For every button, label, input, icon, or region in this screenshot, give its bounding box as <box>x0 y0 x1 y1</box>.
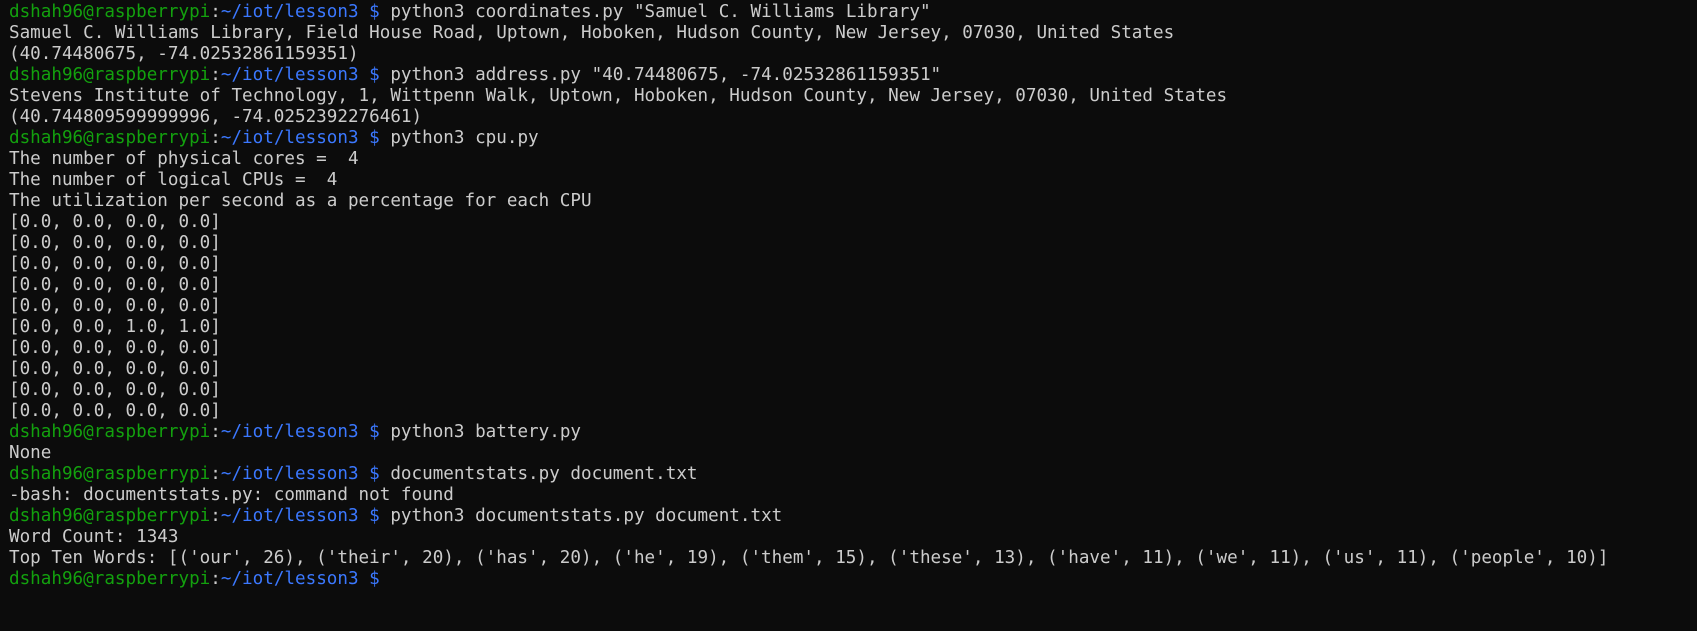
output-line: The number of physical cores = 4 <box>9 149 359 169</box>
prompt-colon: : <box>210 569 221 589</box>
output-line: [0.0, 0.0, 0.0, 0.0] <box>9 296 221 316</box>
prompt-symbol: $ <box>358 506 391 526</box>
prompt-colon: : <box>210 65 221 85</box>
prompt-colon: : <box>210 128 221 148</box>
prompt-colon: : <box>210 506 221 526</box>
output-line: The utilization per second as a percenta… <box>9 191 592 211</box>
prompt-line: dshah96@raspberrypi:~/iot/lesson3 $ pyth… <box>9 422 1697 443</box>
prompt-symbol: $ <box>358 2 391 22</box>
command-text: python3 battery.py <box>390 422 582 442</box>
output-line: None <box>9 443 52 463</box>
command-text: python3 documentstats.py document.txt <box>390 506 783 526</box>
prompt-symbol: $ <box>358 65 391 85</box>
output-line: [0.0, 0.0, 0.0, 0.0] <box>9 275 221 295</box>
prompt-line: dshah96@raspberrypi:~/iot/lesson3 $ pyth… <box>9 65 1697 86</box>
prompt-colon: : <box>210 422 221 442</box>
output-line: [0.0, 0.0, 1.0, 1.0] <box>9 317 221 337</box>
prompt-line: dshah96@raspberrypi:~/iot/lesson3 $ pyth… <box>9 2 1697 23</box>
output-line: Samuel C. Williams Library, Field House … <box>9 23 1175 43</box>
output-line: [0.0, 0.0, 0.0, 0.0] <box>9 338 221 358</box>
prompt-line: dshah96@raspberrypi:~/iot/lesson3 $ docu… <box>9 464 1697 485</box>
prompt-path: ~/iot/lesson3 <box>220 569 359 589</box>
prompt-user-host: dshah96@raspberrypi <box>9 128 211 148</box>
output-line: Top Ten Words: [('our', 26), ('their', 2… <box>9 548 1609 568</box>
prompt-colon: : <box>210 2 221 22</box>
command-text: python3 address.py "40.74480675, -74.025… <box>390 65 942 85</box>
prompt-path: ~/iot/lesson3 <box>220 506 359 526</box>
prompt-symbol: $ <box>358 422 391 442</box>
prompt-user-host: dshah96@raspberrypi <box>9 506 211 526</box>
terminal-output[interactable]: dshah96@raspberrypi:~/iot/lesson3 $ pyth… <box>9 2 1697 590</box>
output-line: The number of logical CPUs = 4 <box>9 170 338 190</box>
prompt-path: ~/iot/lesson3 <box>220 65 359 85</box>
prompt-line: dshah96@raspberrypi:~/iot/lesson3 $ <box>9 569 1697 590</box>
output-line: [0.0, 0.0, 0.0, 0.0] <box>9 401 221 421</box>
output-line: [0.0, 0.0, 0.0, 0.0] <box>9 380 221 400</box>
prompt-line: dshah96@raspberrypi:~/iot/lesson3 $ pyth… <box>9 506 1697 527</box>
output-line: [0.0, 0.0, 0.0, 0.0] <box>9 212 221 232</box>
prompt-path: ~/iot/lesson3 <box>220 464 359 484</box>
output-line: Word Count: 1343 <box>9 527 179 547</box>
command-text: python3 coordinates.py "Samuel C. Willia… <box>390 2 931 22</box>
command-text: documentstats.py document.txt <box>390 464 698 484</box>
prompt-path: ~/iot/lesson3 <box>220 422 359 442</box>
prompt-user-host: dshah96@raspberrypi <box>9 569 211 589</box>
prompt-symbol: $ <box>358 569 391 589</box>
prompt-path: ~/iot/lesson3 <box>220 2 359 22</box>
prompt-symbol: $ <box>358 464 391 484</box>
prompt-line: dshah96@raspberrypi:~/iot/lesson3 $ pyth… <box>9 128 1697 149</box>
prompt-symbol: $ <box>358 128 391 148</box>
prompt-user-host: dshah96@raspberrypi <box>9 65 211 85</box>
output-line: (40.74480675, -74.02532861159351) <box>9 44 359 64</box>
output-line: [0.0, 0.0, 0.0, 0.0] <box>9 233 221 253</box>
prompt-colon: : <box>210 464 221 484</box>
output-line: Stevens Institute of Technology, 1, Witt… <box>9 86 1228 106</box>
output-line: (40.744809599999996, -74.0252392276461) <box>9 107 423 127</box>
output-line: [0.0, 0.0, 0.0, 0.0] <box>9 359 221 379</box>
prompt-user-host: dshah96@raspberrypi <box>9 422 211 442</box>
prompt-path: ~/iot/lesson3 <box>220 128 359 148</box>
output-line: -bash: documentstats.py: command not fou… <box>9 485 454 505</box>
output-line: [0.0, 0.0, 0.0, 0.0] <box>9 254 221 274</box>
command-text: python3 cpu.py <box>390 128 539 148</box>
prompt-user-host: dshah96@raspberrypi <box>9 464 211 484</box>
prompt-user-host: dshah96@raspberrypi <box>9 2 211 22</box>
